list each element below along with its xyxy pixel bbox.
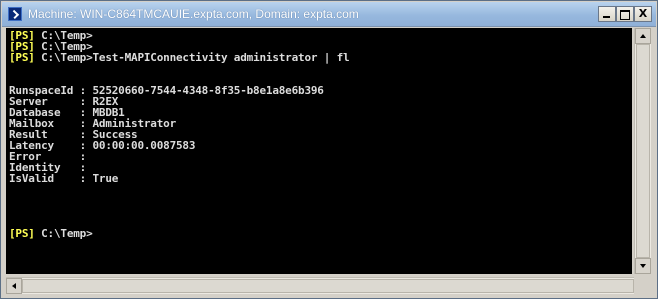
powershell-window: Machine: WIN-C864TMCAUIE.expta.com, Doma… [0,0,658,299]
scrollbar-vertical[interactable] [634,28,651,274]
ps-prompt: [PS] [9,227,35,240]
console-text: C:\Temp> [34,227,93,240]
title-bar[interactable]: Machine: WIN-C864TMCAUIE.expta.com, Doma… [2,2,656,27]
scroll-thumb-vertical[interactable] [636,44,650,258]
window-title: Machine: WIN-C864TMCAUIE.expta.com, Doma… [28,7,359,21]
scrollbar-horizontal[interactable] [6,277,651,294]
console-text: IsValid : True [9,172,119,185]
ps-prompt: [PS] [9,51,35,64]
console-line: [PS] C:\Temp> [9,227,93,240]
resize-grip[interactable] [634,277,651,294]
console-output[interactable]: [PS] C:\Temp> [PS] C:\Temp> [PS] C:\Temp>T… [6,28,632,274]
console-line: IsValid : True [9,172,119,185]
scroll-down-arrow-icon[interactable] [635,258,651,274]
minimize-button[interactable] [598,6,616,22]
console-line: [PS] C:\Temp>Test-MAPIConnectivity admin… [9,51,350,64]
powershell-icon[interactable] [8,7,22,21]
scroll-left-arrow-icon[interactable] [6,278,22,294]
maximize-button[interactable] [616,6,634,22]
scroll-thumb-horizontal[interactable] [22,279,634,293]
scroll-up-arrow-icon[interactable] [635,28,651,44]
close-button[interactable]: X [634,6,652,22]
console-text: C:\Temp>Test-MAPIConnectivity administra… [34,51,350,64]
